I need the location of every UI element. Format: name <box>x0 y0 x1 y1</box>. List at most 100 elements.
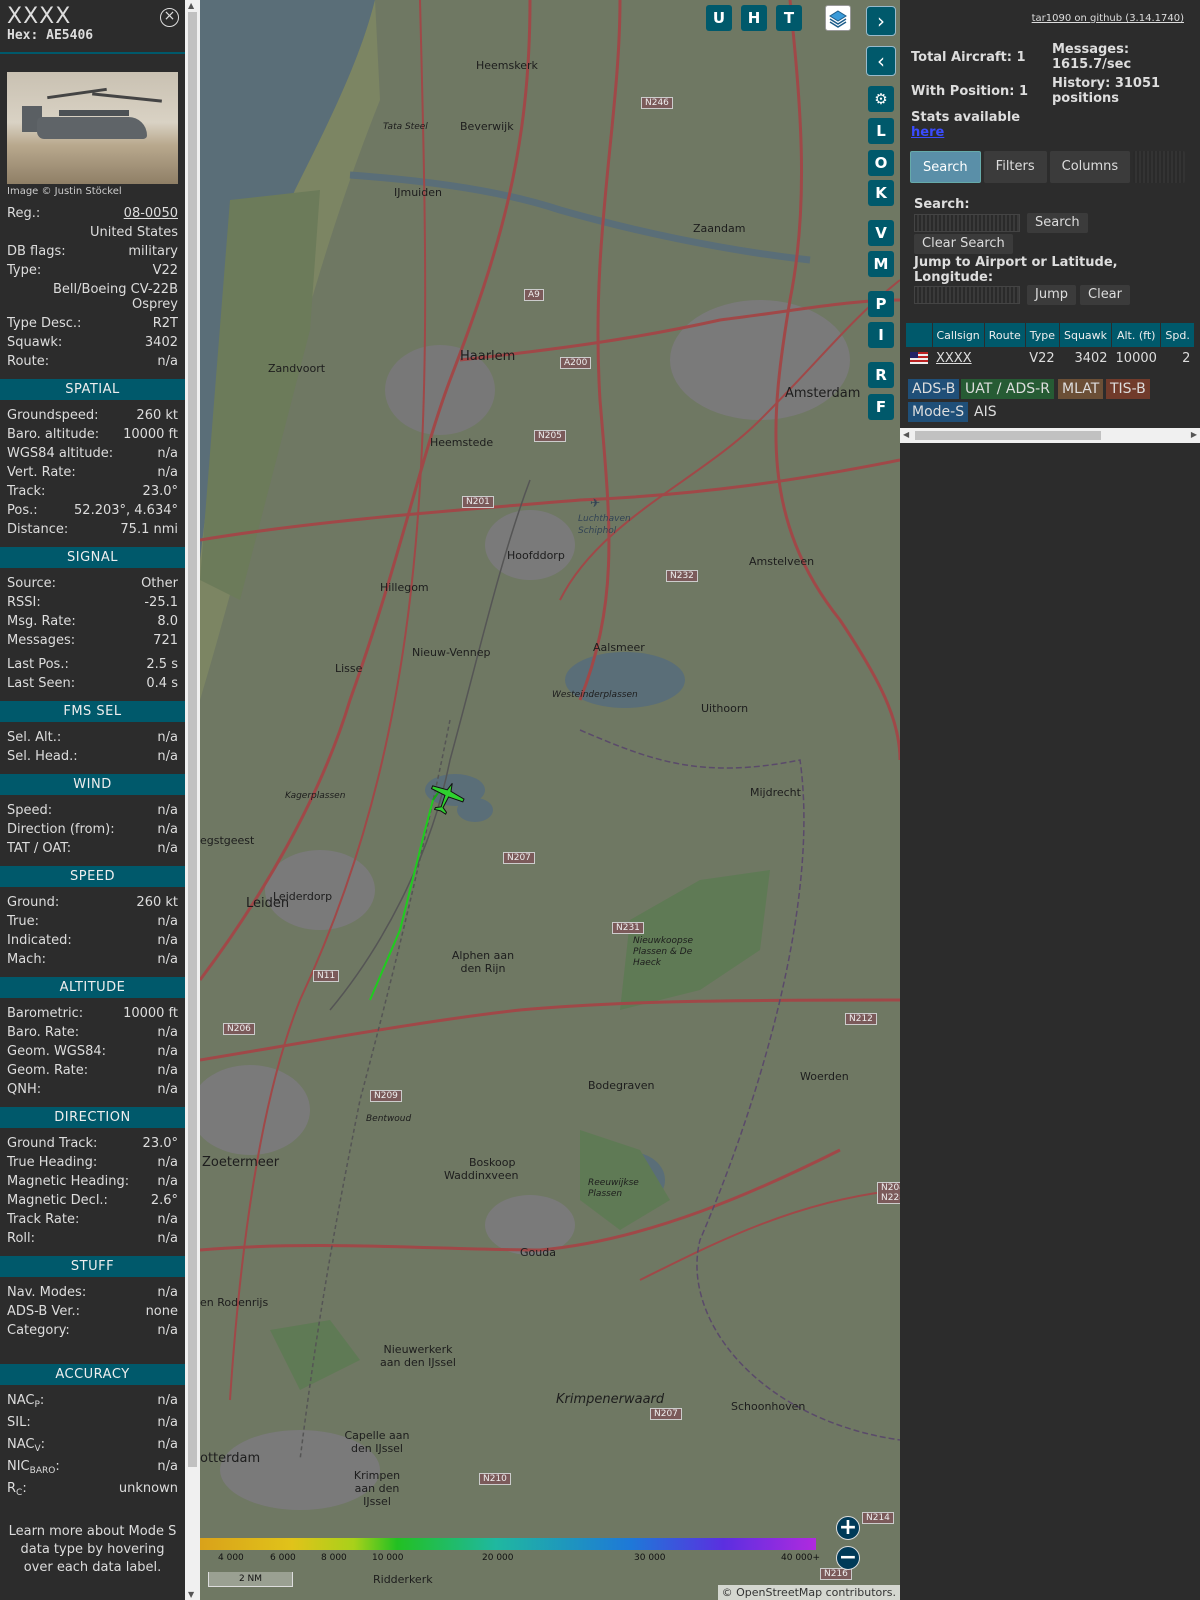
tab-search[interactable]: Search <box>910 151 981 183</box>
place-label: Krimpenerwaard <box>556 1392 665 1407</box>
toggle-l-button[interactable]: L <box>868 118 894 144</box>
search-button[interactable]: Search <box>1027 213 1088 233</box>
registration-link[interactable]: 08-0050 <box>124 204 178 223</box>
road-label: A200 <box>560 357 592 369</box>
toggle-t-button[interactable]: T <box>776 5 802 31</box>
info-label: Messages: <box>7 633 76 648</box>
info-value: 2.6° <box>150 1193 178 1208</box>
scrollbar-thumb[interactable] <box>915 431 1101 440</box>
section-wind: WIND <box>0 774 185 795</box>
column-altitude[interactable]: Alt. (ft) <box>1111 323 1162 347</box>
info-row-dbflags: DB flags: military <box>7 244 178 259</box>
scroll-down-icon[interactable]: ▼ <box>188 1590 194 1599</box>
info-row-nacv: NACV: n/a <box>7 1437 178 1454</box>
github-link[interactable]: tar1090 on github (3.14.1740) <box>1032 13 1184 24</box>
info-value: -25.1 <box>144 595 178 610</box>
settings-gear-icon[interactable]: ⚙ <box>868 86 894 112</box>
place-label: Zoetermeer <box>202 1155 280 1170</box>
place-label: Gouda <box>520 1246 556 1259</box>
scrollbar-thumb[interactable] <box>188 12 197 1467</box>
jump-button[interactable]: Jump <box>1027 285 1076 305</box>
column-squawk[interactable]: Squawk <box>1059 323 1113 347</box>
tab-extra[interactable] <box>1133 151 1186 183</box>
info-row: Indicated: n/a <box>0 931 185 950</box>
info-value: 8.0 <box>157 614 178 629</box>
section-fms-sel: FMS SEL <box>0 701 185 722</box>
place-label: egstgeest <box>200 834 255 847</box>
info-row-reg: Reg.: 08-0050 <box>7 204 178 223</box>
row-type: V22 <box>1029 350 1055 366</box>
jump-input[interactable] <box>914 286 1020 304</box>
section-stuff: STUFF <box>0 1256 185 1277</box>
layers-icon[interactable] <box>825 5 851 31</box>
toggle-k-button[interactable]: K <box>868 180 894 206</box>
info-value: none <box>145 1304 178 1319</box>
info-label: WGS84 altitude: <box>7 446 114 461</box>
info-value: 23.0° <box>142 1136 178 1151</box>
info-row: Msg. Rate: 8.0 <box>0 612 185 631</box>
info-row: Geom. Rate: n/a <box>0 1061 185 1080</box>
row-speed: 2 <box>1182 350 1191 366</box>
row-callsign[interactable]: XXXX <box>936 351 972 366</box>
toggle-v-button[interactable]: V <box>868 220 894 246</box>
place-label: Zandvoort <box>268 362 326 375</box>
tab-filters[interactable]: Filters <box>983 151 1047 183</box>
toggle-i-button[interactable]: I <box>868 322 894 348</box>
info-row: Source: Other <box>0 574 185 593</box>
info-label: Mach: <box>7 952 46 967</box>
messages-stat: Messages: 1615.7/sec <box>1052 42 1132 72</box>
info-row: Track: 23.0° <box>0 482 185 501</box>
toggle-u-button[interactable]: U <box>706 5 732 31</box>
place-label: Nieuw-Vennep <box>412 646 491 659</box>
toggle-f-button[interactable]: F <box>868 394 894 420</box>
search-input[interactable] <box>914 214 1020 232</box>
aircraft-callsign: XXXX <box>7 4 72 29</box>
zoom-out-icon[interactable]: − <box>836 1546 860 1570</box>
place-label: Hillegom <box>380 581 429 594</box>
place-label: en Rodenrijs <box>200 1296 269 1309</box>
map-attribution[interactable]: © OpenStreetMap contributors. <box>717 1585 900 1600</box>
info-row: True Heading: n/a <box>0 1153 185 1172</box>
close-icon[interactable]: × <box>160 8 179 27</box>
column-callsign[interactable]: Callsign <box>932 323 985 347</box>
info-label: Roll: <box>7 1231 36 1246</box>
aircraft-marker-icon[interactable] <box>425 780 467 816</box>
table-horizontal-scrollbar[interactable]: ◀ ▶ <box>900 428 1200 443</box>
toggle-o-button[interactable]: O <box>868 150 894 176</box>
info-panel-scrollbar[interactable]: ▲ ▼ <box>185 0 200 1600</box>
column-type[interactable]: Type <box>1025 323 1060 347</box>
stats-here-link[interactable]: here <box>911 125 944 140</box>
place-label: Heemstede <box>430 436 494 449</box>
info-value: 0.4 s <box>146 676 178 691</box>
aircraft-photo[interactable] <box>7 72 178 184</box>
road-label: N212 <box>845 1013 877 1025</box>
toggle-h-button[interactable]: H <box>741 5 767 31</box>
column-route[interactable]: Route <box>984 323 1026 347</box>
table-row[interactable]: XXXX V22 3402 10000 2 <box>906 347 1194 369</box>
column-speed[interactable]: Spd. <box>1160 323 1195 347</box>
toggle-m-button[interactable]: M <box>868 251 894 277</box>
clear-search-button[interactable]: Clear Search <box>914 234 1013 254</box>
place-label: Capelle aan den IJssel <box>344 1429 410 1455</box>
tab-columns[interactable]: Columns <box>1049 151 1131 183</box>
expand-sidebar-icon[interactable]: › <box>866 6 896 36</box>
info-label: Indicated: <box>7 933 72 948</box>
place-label: Lisse <box>335 662 363 675</box>
collapse-sidebar-icon[interactable]: ‹ <box>866 46 896 76</box>
info-value: n/a <box>157 841 178 856</box>
scroll-up-icon[interactable]: ▲ <box>188 1 194 10</box>
scroll-right-icon[interactable]: ▶ <box>1191 430 1197 439</box>
place-label: Luchthaven <box>578 514 631 524</box>
toggle-p-button[interactable]: P <box>868 291 894 317</box>
clear-jump-button[interactable]: Clear <box>1080 285 1130 305</box>
place-label: Reeuwijkse Plassen <box>588 1178 639 1199</box>
scroll-left-icon[interactable]: ◀ <box>903 430 909 439</box>
info-row: Ground: 260 kt <box>0 893 185 912</box>
flag-column-header[interactable] <box>906 323 933 347</box>
info-value: n/a <box>157 749 178 764</box>
toggle-r-button[interactable]: R <box>868 362 894 388</box>
info-label: Ground: <box>7 895 60 910</box>
place-label: Heemskerk <box>476 59 538 72</box>
zoom-in-icon[interactable]: + <box>836 1516 860 1540</box>
map-view[interactable]: Heemskerk Beverwijk Tata Steel IJmuiden … <box>200 0 900 1600</box>
